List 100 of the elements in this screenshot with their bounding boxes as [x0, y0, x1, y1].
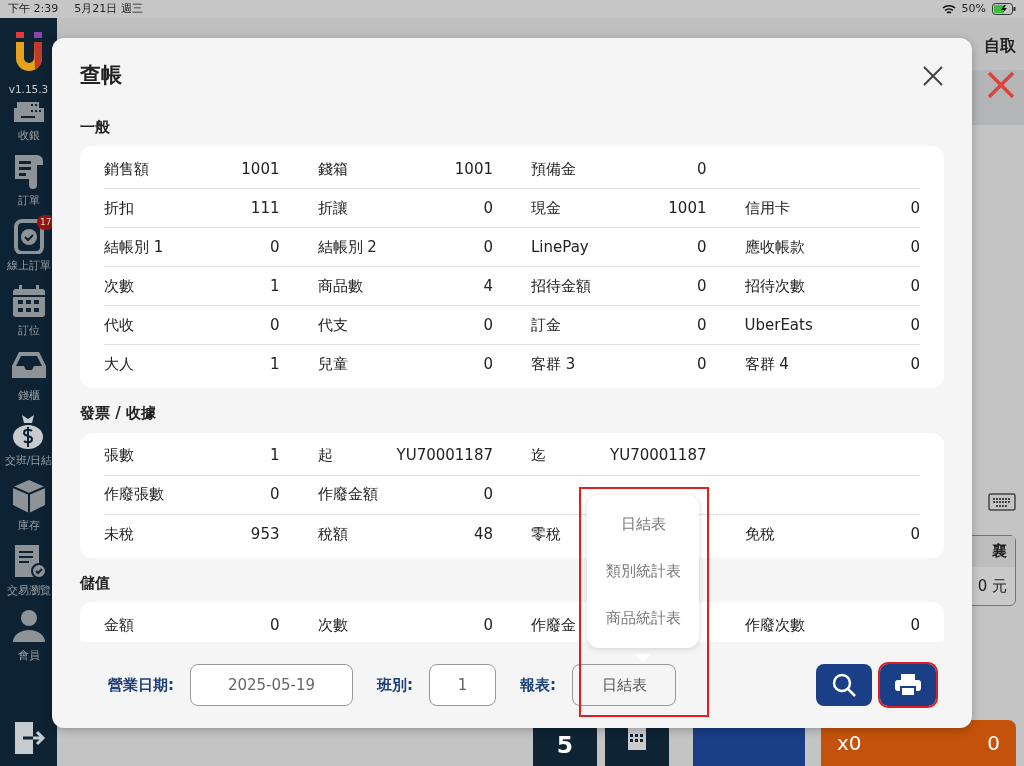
field-label: 大人 [104, 354, 134, 376]
field-label: 代支 [317, 314, 348, 336]
menu-option[interactable]: 日結表 [587, 501, 699, 548]
date-label: 營業日期: [108, 674, 174, 696]
sidebar-item[interactable]: 錢櫃 [10, 342, 47, 408]
close-icon[interactable] [922, 64, 944, 87]
sidebar-item[interactable]: 交班/日結 [4, 407, 53, 473]
field-label: LinePay [531, 236, 589, 258]
field-label: 銷售額 [104, 158, 149, 180]
version-label: v1.15.3 [8, 82, 49, 97]
wifi-icon [941, 3, 956, 15]
field-value: 0 [696, 314, 707, 336]
field-value: 0 [910, 354, 920, 376]
search-icon [831, 671, 857, 698]
field-value: 0 [696, 275, 707, 297]
dialog-title: 查帳 [80, 62, 122, 89]
section-title: 發票 / 收據 [80, 403, 156, 424]
printer-icon [894, 672, 922, 697]
field-value: 0 [910, 314, 920, 336]
field-label: 客群 4 [744, 354, 789, 376]
field-label: 信用卡 [744, 197, 790, 219]
item-count: x0 [837, 730, 862, 757]
field-value: 0 [910, 275, 920, 297]
field-value: 0 [696, 236, 707, 258]
field-label: 折扣 [104, 197, 134, 219]
shift-label: 班別: [377, 674, 413, 696]
battery-icon [992, 3, 1016, 15]
field-label: 代收 [104, 314, 134, 336]
field-label: 稅額 [317, 523, 348, 545]
field-label: 招待次數 [744, 275, 805, 297]
field-label: 免稅 [744, 523, 775, 545]
field-value: 1001 [241, 158, 280, 180]
field-label: 未稅 [104, 523, 134, 545]
section-title: 儲值 [80, 572, 110, 594]
field-label: 張數 [104, 445, 134, 467]
sidebar-item[interactable]: 會員 [10, 602, 47, 668]
field-label: 應收帳款 [744, 236, 805, 258]
field-label: 訂金 [531, 314, 561, 336]
field-label: 起 [317, 445, 333, 467]
field-value: 0 [483, 354, 493, 376]
field-value: 0 [483, 197, 493, 219]
field-label: 次數 [104, 275, 134, 297]
field-value: 111 [250, 197, 280, 219]
field-value: 0 [269, 484, 280, 506]
battery-percent: 50% [961, 0, 986, 17]
field-label: 錢箱 [317, 158, 348, 180]
shift-field[interactable]: 1 [429, 663, 496, 706]
field-value: 953 [250, 523, 280, 545]
menu-option[interactable]: 商品統計表 [587, 595, 699, 642]
field-value: 0 [483, 484, 493, 506]
field-value: YU70001187 [396, 445, 493, 467]
field-value: 0 [696, 158, 707, 180]
field-label: 結帳別 1 [104, 236, 164, 258]
sidebar-item[interactable]: 收銀 [10, 97, 47, 148]
field-value: 48 [473, 523, 493, 545]
date-field[interactable]: 2025-05-19 [190, 663, 353, 706]
field-value: 0 [910, 197, 920, 219]
report-dropdown[interactable]: 日結表 [572, 663, 676, 706]
field-value: YU70001187 [610, 445, 707, 467]
field-label: 作廢張數 [104, 484, 164, 506]
field-value: 1001 [454, 158, 493, 180]
status-time: 下午 2:39 [8, 0, 59, 17]
app-logo [13, 32, 44, 72]
field-value: 0 [910, 236, 920, 258]
field-label: 商品數 [317, 275, 363, 297]
field-value: 0 [910, 523, 920, 545]
search-button[interactable] [816, 663, 872, 706]
sidebar-item[interactable]: 交易瀏覽 [6, 537, 51, 603]
field-label: 次數 [317, 615, 348, 637]
field-label: 零稅 [531, 523, 561, 545]
sidebar-item[interactable]: 庫存 [10, 472, 47, 538]
field-label: UberEats [744, 314, 813, 336]
field-label: 金額 [104, 615, 134, 637]
field-label: 作廢金 [531, 615, 576, 637]
field-value: 0 [269, 314, 280, 336]
field-label: 預備金 [531, 158, 576, 180]
field-label: 客群 3 [531, 354, 576, 376]
field-label: 兒童 [317, 354, 348, 376]
field-value: 1 [269, 275, 280, 297]
sidebar-item[interactable]: 訂位 [10, 277, 47, 343]
field-label: 折讓 [317, 197, 348, 219]
field-value: 0 [269, 236, 280, 258]
field-value: 0 [696, 354, 707, 376]
sidebar-item[interactable]: 訂單 [10, 147, 47, 213]
report-label: 報表: [520, 674, 556, 696]
print-button[interactable] [880, 663, 936, 706]
menu-option[interactable]: 類別統計表 [587, 548, 699, 595]
field-label: 現金 [531, 197, 561, 219]
field-label: 招待金額 [531, 275, 591, 297]
field-value: 0 [910, 615, 920, 637]
field-value: 1001 [668, 197, 707, 219]
field-value: 1 [269, 354, 280, 376]
field-value: 0 [483, 615, 493, 637]
field-label: 作廢次數 [744, 615, 805, 637]
calendar-icon [10, 283, 47, 319]
order-type-label: 自取 [984, 35, 1016, 57]
person-icon [10, 608, 47, 644]
section-title: 一般 [80, 116, 110, 138]
keyboard-icon[interactable] [988, 493, 1016, 511]
field-value: 0 [483, 314, 493, 336]
